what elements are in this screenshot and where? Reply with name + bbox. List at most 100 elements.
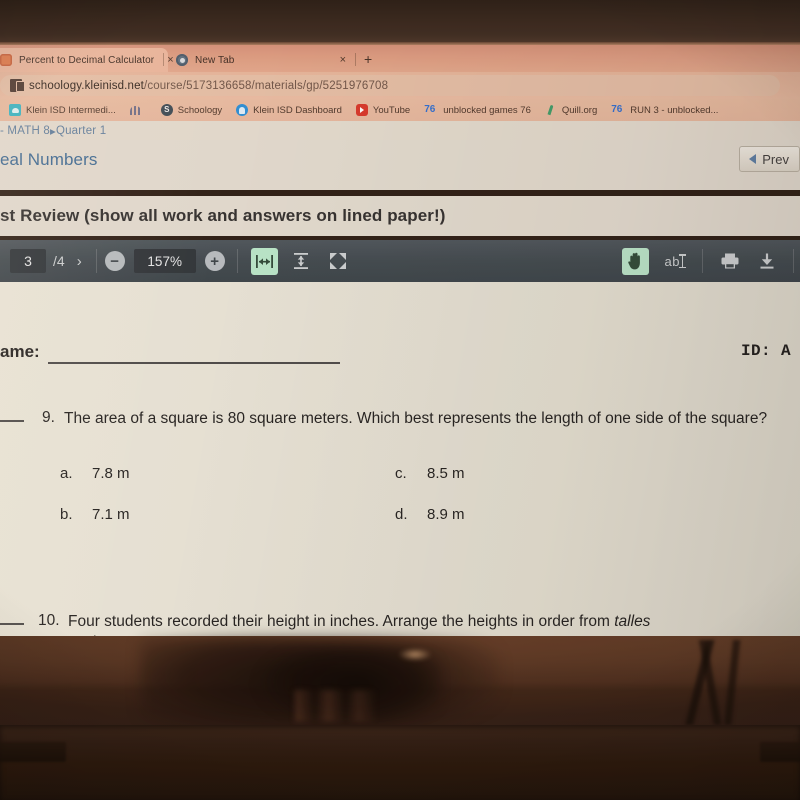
page-nav-group: 3 /4 › bbox=[10, 240, 82, 282]
calculator-icon bbox=[0, 54, 12, 66]
name-field-row: ame: ID: A bbox=[0, 342, 800, 368]
download-button[interactable] bbox=[753, 248, 780, 275]
browser-tab-1[interactable]: New Tab × bbox=[168, 48, 354, 72]
quill-icon bbox=[545, 104, 557, 116]
question-text-part1: Four students recorded their height in i… bbox=[68, 613, 615, 630]
bookmark-label: Schoology bbox=[177, 104, 223, 116]
reflection-fingers bbox=[295, 690, 405, 722]
chrome-new-tab-icon bbox=[176, 54, 188, 66]
question-number: 9. bbox=[42, 409, 55, 426]
choice-d[interactable]: d. 8.9 m bbox=[395, 506, 465, 523]
bookmark-label: YouTube bbox=[372, 104, 411, 116]
zoom-in-button[interactable]: + bbox=[204, 251, 225, 271]
bookmark-run-3-unblocked[interactable]: 76 RUN 3 - unblocked... bbox=[604, 101, 725, 119]
bookmark-klein-isd-dashboard[interactable]: Klein ISD Dashboard bbox=[229, 101, 349, 119]
text-select-label: ab bbox=[664, 253, 680, 269]
bookmark-quill-org[interactable]: Quill.org bbox=[538, 101, 604, 119]
close-icon[interactable]: × bbox=[340, 54, 346, 66]
choice-value: 7.1 m bbox=[92, 506, 130, 523]
breadcrumb: - MATH 8 ▸ Quarter 1 bbox=[0, 121, 800, 140]
name-label: ame: bbox=[0, 342, 40, 361]
number-76-icon: 76 bbox=[424, 104, 436, 115]
text-select-button[interactable]: ab bbox=[659, 248, 689, 275]
print-button[interactable] bbox=[716, 248, 743, 275]
prev-button-label: Prev bbox=[762, 151, 789, 167]
toolbar-divider bbox=[702, 249, 703, 273]
choice-c[interactable]: c. 8.5 m bbox=[395, 465, 465, 482]
chevron-left-icon bbox=[749, 154, 757, 164]
choice-letter: a. bbox=[60, 465, 73, 482]
pdf-document-page[interactable]: ame: ID: A 9. The area of a square is 80… bbox=[0, 282, 800, 636]
question-text: Four students recorded their height in i… bbox=[68, 612, 800, 633]
browser-tab-title: Percent to Decimal Calculator bbox=[19, 54, 155, 66]
choice-value: 8.9 m bbox=[427, 506, 465, 523]
assignment-heading: st Review (show all work and answers on … bbox=[0, 196, 800, 236]
new-tab-button[interactable]: + bbox=[364, 52, 372, 66]
browser-tab-0[interactable]: Percent to Decimal Calculator × bbox=[0, 48, 174, 72]
breadcrumb-course[interactable]: - MATH 8 bbox=[0, 125, 50, 137]
laptop-bezel-top bbox=[0, 0, 800, 45]
choice-value: 7.8 m bbox=[92, 465, 130, 482]
fullscreen-button[interactable] bbox=[325, 248, 352, 275]
klein-isd-icon bbox=[9, 104, 21, 116]
toolbar-divider bbox=[793, 249, 794, 273]
address-text: schoology.kleinisd.net/course/5173136658… bbox=[29, 80, 388, 92]
bezel-notch-left bbox=[0, 742, 66, 762]
bookmark-chart[interactable] bbox=[123, 101, 154, 119]
choice-a[interactable]: a. 7.8 m bbox=[60, 465, 130, 482]
reflection-background-objects bbox=[645, 640, 760, 725]
browser-tab-title: New Tab bbox=[195, 54, 235, 66]
bezel-notch-right bbox=[760, 742, 800, 762]
choice-letter: b. bbox=[60, 506, 73, 523]
page-total-label: /4 bbox=[53, 253, 65, 269]
question-9: 9. The area of a square is 80 square met… bbox=[0, 397, 800, 447]
next-page-icon[interactable]: › bbox=[77, 254, 82, 269]
tab-divider bbox=[163, 53, 164, 66]
text-select-icon: ab bbox=[664, 253, 686, 269]
text-caret-icon bbox=[679, 254, 686, 268]
tool-group: ab bbox=[617, 240, 694, 282]
browser-address-bar: schoology.kleinisd.net/course/5173136658… bbox=[0, 72, 800, 99]
zoom-level-input[interactable]: 157% bbox=[133, 249, 196, 273]
browser-tab-strip: Percent to Decimal Calculator × New Tab … bbox=[0, 45, 800, 72]
choice-letter: c. bbox=[395, 465, 407, 482]
choice-letter: d. bbox=[395, 506, 408, 523]
fit-group bbox=[246, 240, 357, 282]
fit-width-button[interactable] bbox=[250, 247, 278, 275]
bookmarks-bar: Klein ISD Intermedi... S Schoology Klein… bbox=[0, 99, 800, 121]
question-10: 10. Four students recorded their height … bbox=[0, 600, 800, 636]
bookmark-youtube[interactable]: YouTube bbox=[349, 101, 417, 119]
youtube-icon bbox=[355, 104, 368, 116]
laptop-bezel-bottom bbox=[0, 725, 800, 800]
address-host: schoology.kleinisd.net bbox=[29, 79, 144, 92]
zoom-out-button[interactable]: − bbox=[104, 251, 125, 271]
question-text: The area of a square is 80 square meters… bbox=[64, 410, 768, 427]
klein-dashboard-icon bbox=[236, 104, 249, 116]
bookmark-label: Klein ISD Dashboard bbox=[253, 104, 342, 116]
address-input[interactable]: schoology.kleinisd.net/course/5173136658… bbox=[0, 75, 780, 96]
breadcrumb-section[interactable]: Quarter 1 bbox=[56, 125, 106, 137]
toolbar-divider bbox=[95, 249, 97, 273]
fit-height-button[interactable] bbox=[288, 248, 315, 275]
answer-blank-line bbox=[0, 420, 24, 422]
toolbar-divider bbox=[236, 249, 238, 273]
output-group bbox=[711, 240, 785, 282]
page-title: eal Numbers bbox=[0, 150, 98, 169]
bookmark-label: RUN 3 - unblocked... bbox=[630, 104, 719, 116]
choice-value: 8.5 m bbox=[427, 465, 465, 482]
bookmark-klein-isd-intermediate[interactable]: Klein ISD Intermedi... bbox=[2, 101, 123, 119]
page-number-input[interactable]: 3 bbox=[10, 249, 46, 273]
document-icon bbox=[10, 79, 25, 92]
bookmark-label: Quill.org bbox=[561, 104, 598, 116]
name-blank-line bbox=[48, 362, 340, 364]
answer-blank-line bbox=[0, 623, 24, 625]
prev-button[interactable]: Prev bbox=[739, 146, 800, 172]
pan-tool-button[interactable] bbox=[622, 247, 649, 275]
choice-b[interactable]: b. 7.1 m bbox=[60, 506, 130, 523]
bookmark-schoology[interactable]: S Schoology bbox=[154, 101, 229, 119]
bookmark-unblocked-games-76[interactable]: 76 unblocked games 76 bbox=[417, 101, 538, 119]
document-id-label: ID: A bbox=[740, 342, 791, 360]
photo-of-laptop-screen: Percent to Decimal Calculator × New Tab … bbox=[0, 0, 800, 800]
address-path: /course/5173136658/materials/gp/52519767… bbox=[143, 79, 389, 92]
number-76-icon: 76 bbox=[611, 104, 623, 115]
